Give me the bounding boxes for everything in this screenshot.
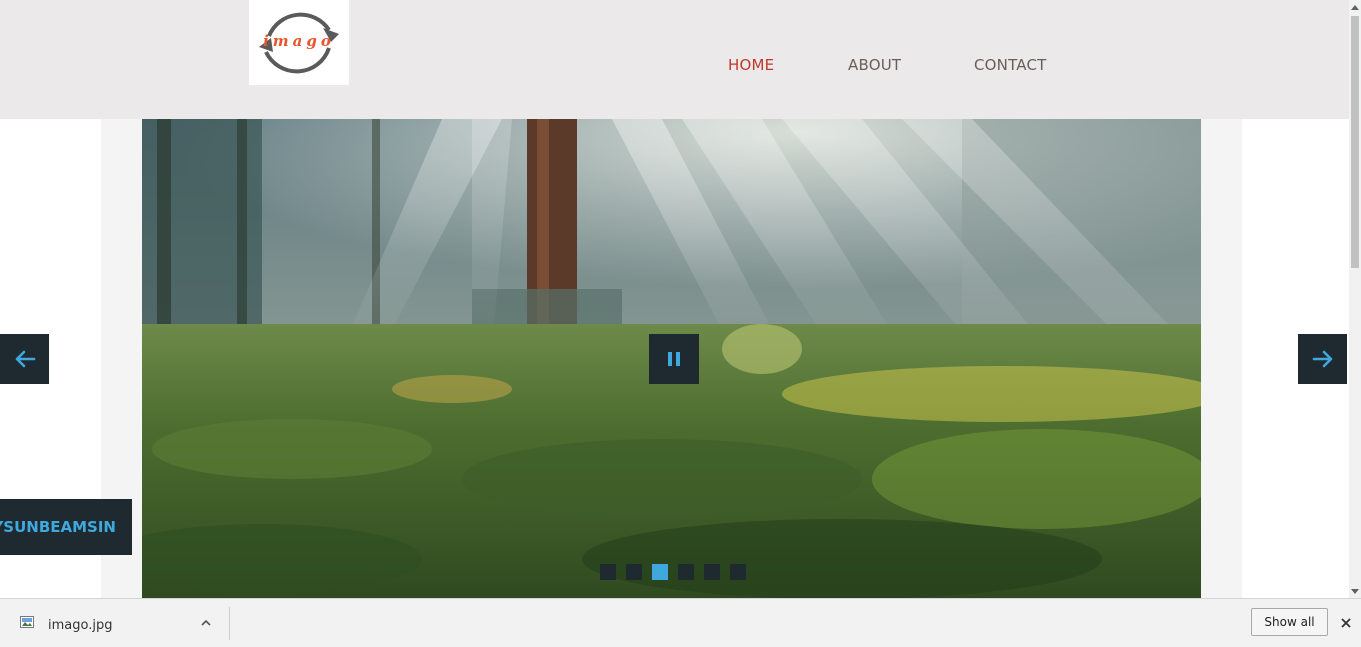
slider-pagination xyxy=(600,564,746,580)
download-bar: imago.jpg Show all xyxy=(0,598,1361,647)
download-item[interactable]: imago.jpg xyxy=(0,599,229,647)
slider-side-band-right xyxy=(1201,119,1242,598)
scroll-up-arrow-icon xyxy=(1351,4,1359,10)
arrow-right-icon xyxy=(1312,350,1332,368)
slide-caption: YSUNBEAMSIN xyxy=(0,499,132,555)
slider-dot-3[interactable] xyxy=(652,564,668,580)
slider-prev-button[interactable] xyxy=(0,334,49,384)
slider-pause-button[interactable] xyxy=(649,334,699,384)
site-header: imago HOME ABOUT CONTACT xyxy=(0,0,1349,119)
chevron-up-icon[interactable] xyxy=(199,616,213,630)
page-viewport: imago HOME ABOUT CONTACT YSUNBEAMSIN xyxy=(0,0,1349,598)
download-bar-divider xyxy=(229,607,230,640)
arrow-left-icon xyxy=(15,350,35,368)
pause-icon xyxy=(668,352,680,366)
download-file-name: imago.jpg xyxy=(48,618,113,633)
logo-recycle-icon: imago xyxy=(259,12,339,74)
site-logo[interactable]: imago xyxy=(249,0,349,85)
image-file-icon xyxy=(20,616,34,628)
scroll-down-arrow-icon xyxy=(1351,588,1359,594)
scroll-down-button[interactable] xyxy=(1349,584,1361,598)
slider-dot-2[interactable] xyxy=(626,564,642,580)
nav-about[interactable]: ABOUT xyxy=(848,56,901,74)
scroll-thumb[interactable] xyxy=(1351,16,1359,268)
nav-contact[interactable]: CONTACT xyxy=(974,56,1047,74)
nav-home[interactable]: HOME xyxy=(728,56,774,74)
logo-text: imago xyxy=(263,32,335,50)
slider-dot-1[interactable] xyxy=(600,564,616,580)
slider-dot-5[interactable] xyxy=(704,564,720,580)
slider-dot-6[interactable] xyxy=(730,564,746,580)
slider-dot-4[interactable] xyxy=(678,564,694,580)
close-icon[interactable] xyxy=(1338,615,1354,631)
slide-caption-text: YSUNBEAMSIN xyxy=(0,518,116,536)
scroll-up-button[interactable] xyxy=(1349,0,1361,14)
show-all-button[interactable]: Show all xyxy=(1251,608,1328,636)
slider-next-button[interactable] xyxy=(1298,334,1347,384)
page-scrollbar[interactable] xyxy=(1349,0,1361,598)
